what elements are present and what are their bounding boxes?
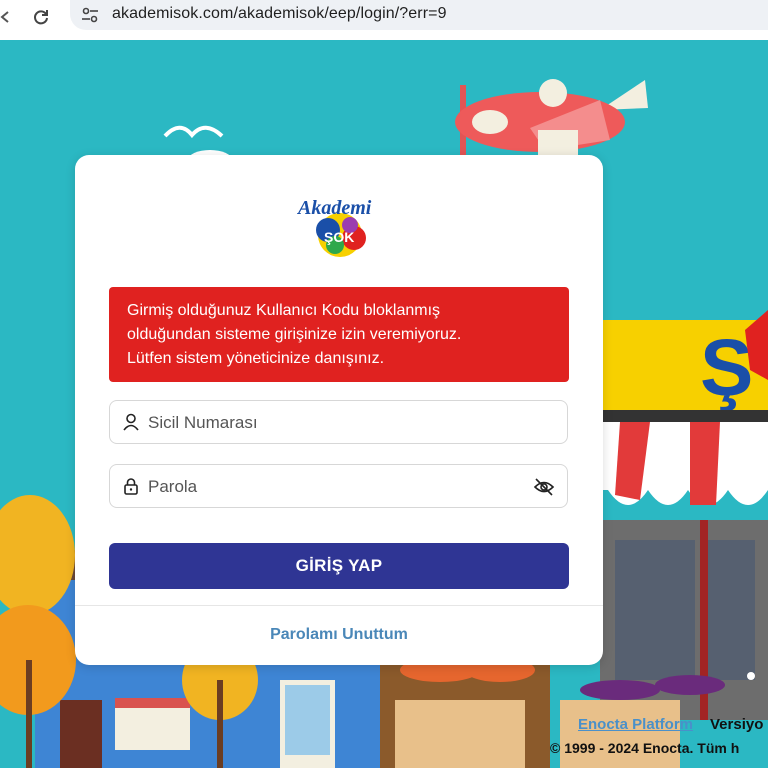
card-divider: [75, 605, 603, 606]
eye-slash-icon[interactable]: [533, 476, 555, 498]
error-alert: Girmiş olduğunuz Kullanıcı Kodu bloklanm…: [109, 287, 569, 382]
username-input[interactable]: [146, 403, 530, 443]
back-icon[interactable]: [0, 6, 16, 28]
svg-text:ŞOK: ŞOK: [324, 229, 354, 245]
svg-text:Ş: Ş: [700, 323, 753, 412]
password-field[interactable]: [109, 464, 568, 508]
forgot-password-link[interactable]: Parolamı Unuttum: [75, 626, 603, 644]
user-icon: [122, 413, 140, 431]
password-input[interactable]: [146, 467, 530, 507]
akademi-sok-logo: Akademi ŞOK: [290, 190, 390, 262]
reload-icon[interactable]: [30, 6, 52, 28]
alert-line-3: Lütfen sistem yöneticinize danışınız.: [127, 350, 385, 367]
version-label: Versiyo: [710, 716, 764, 733]
enocta-platform-link[interactable]: Enocta Platform: [578, 716, 693, 733]
login-button[interactable]: GİRİŞ YAP: [109, 543, 569, 589]
username-field[interactable]: [109, 400, 568, 444]
alert-line-2: olduğundan sisteme girişinize izin verem…: [127, 326, 462, 343]
carousel-dot[interactable]: [747, 672, 755, 680]
svg-text:Akademi: Akademi: [296, 197, 372, 219]
copyright-text: © 1999 - 2024 Enocta. Tüm h: [550, 740, 740, 756]
alert-line-1: Girmiş olduğunuz Kullanıcı Kodu bloklanm…: [127, 302, 441, 319]
lock-icon: [122, 477, 140, 495]
url-text[interactable]: akademisok.com/akademisok/eep/login/?err…: [112, 5, 447, 23]
site-info-icon[interactable]: [80, 6, 100, 24]
browser-toolbar: akademisok.com/akademisok/eep/login/?err…: [0, 0, 768, 41]
